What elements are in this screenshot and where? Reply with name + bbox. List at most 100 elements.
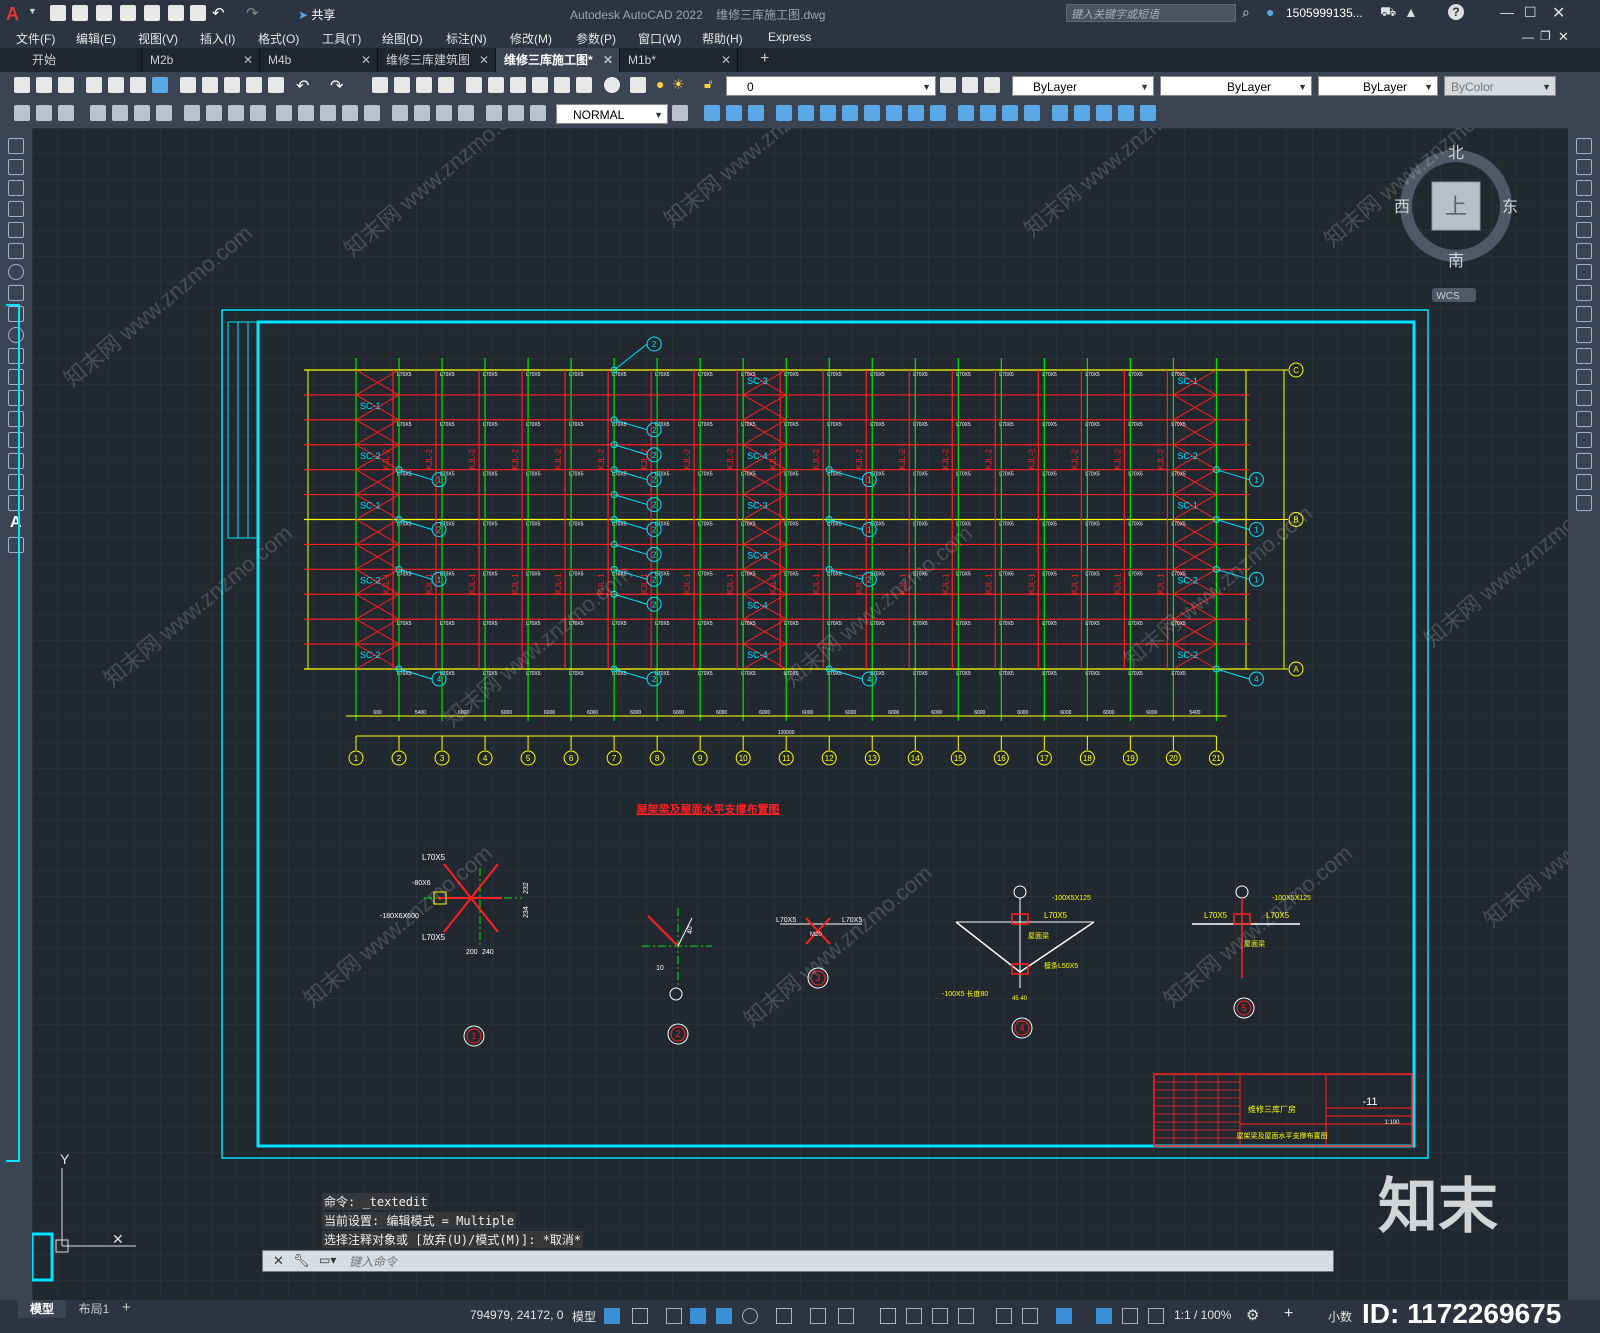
matchprop-icon[interactable] [246, 77, 262, 93]
coordinates-readout[interactable]: 794979, 24172, 0 [470, 1308, 563, 1322]
lineweight-icon[interactable] [880, 1308, 896, 1324]
gizmo-icon[interactable] [1056, 1308, 1072, 1324]
tab-m4b[interactable]: M4b ✕ [260, 48, 378, 72]
layer-manager-icon[interactable] [630, 77, 646, 93]
bring-front-icon[interactable] [1096, 105, 1112, 121]
explode-side-icon[interactable] [1576, 495, 1592, 511]
center-mark-icon[interactable] [342, 105, 358, 121]
snap-toggle-icon[interactable] [632, 1308, 648, 1324]
annotation-scale-icon[interactable] [1148, 1308, 1164, 1324]
erase-icon[interactable] [704, 105, 720, 121]
close-icon[interactable]: ✕ [603, 48, 613, 72]
trim-icon[interactable] [908, 105, 924, 121]
circle-icon[interactable] [8, 264, 24, 280]
break-icon[interactable] [958, 105, 974, 121]
isodraft-icon[interactable] [776, 1308, 792, 1324]
color-dropdown[interactable]: ByLayer ▼ [1012, 76, 1154, 96]
command-recent-icon[interactable]: ▭▾ [319, 1253, 336, 1267]
zoom-window-icon[interactable] [416, 77, 432, 93]
add-layout-icon[interactable]: + [122, 1299, 131, 1316]
jogged-dim-icon[interactable] [134, 105, 150, 121]
new-icon[interactable] [14, 77, 30, 93]
erase-side-icon[interactable] [1576, 138, 1592, 154]
dim-style-manager-icon[interactable] [672, 105, 688, 121]
command-input[interactable] [347, 1252, 1311, 1272]
mirror-icon[interactable] [748, 105, 764, 121]
quick-dim-icon[interactable] [206, 105, 222, 121]
selection-cycling-icon[interactable] [932, 1308, 948, 1324]
polar-icon[interactable] [742, 1308, 758, 1324]
scale-icon[interactable] [864, 105, 880, 121]
polygon-icon[interactable] [8, 201, 24, 217]
cart-icon[interactable]: ⛟ [1380, 4, 1396, 22]
aligned-dim-icon[interactable] [36, 105, 52, 121]
cad-drawing[interactable]: L70X5 L70X5 L70X5 L70X5 L70X5 L70X5 L70X5 L70X5… [32, 128, 1568, 1300]
inspection-icon[interactable] [364, 105, 380, 121]
scale-side-icon[interactable] [1576, 285, 1592, 301]
share-button[interactable]: ➤ 共享 [298, 6, 335, 23]
calc-icon[interactable] [576, 77, 592, 93]
maximize-icon[interactable]: ☐ [1524, 4, 1537, 21]
open-icon[interactable] [36, 77, 52, 93]
redo-icon[interactable]: ↷ [330, 76, 343, 96]
dim-edit-icon[interactable] [414, 105, 430, 121]
grid-toggle-icon[interactable] [604, 1308, 620, 1324]
qopen-icon[interactable] [72, 5, 88, 21]
dim-text-edit-icon[interactable] [436, 105, 452, 121]
design-center-icon[interactable] [488, 77, 504, 93]
text-style-icon[interactable] [530, 105, 546, 121]
menu-tools[interactable]: 工具(T) [322, 30, 361, 47]
osnap-tracking-icon[interactable] [810, 1308, 826, 1324]
dynamic-ucs-icon[interactable] [996, 1308, 1012, 1324]
dim-update-icon[interactable] [458, 105, 474, 121]
save-icon[interactable] [58, 77, 74, 93]
rectangle-icon[interactable] [8, 222, 24, 238]
copy-icon[interactable] [202, 77, 218, 93]
qnew-icon[interactable] [50, 5, 66, 21]
plotstyle-dropdown[interactable]: ByColor ▼ [1444, 76, 1556, 96]
selection-filter-icon[interactable] [1022, 1308, 1038, 1324]
annotation-scale-value[interactable]: 1:1 / 100% [1174, 1308, 1231, 1322]
search-icon[interactable]: ⌕ [1242, 4, 1250, 21]
dim-break-icon[interactable] [298, 105, 314, 121]
sheetset-icon[interactable] [532, 77, 548, 93]
autocad-logo-icon[interactable]: A [6, 4, 26, 24]
send-back-icon[interactable] [1118, 105, 1134, 121]
radius-dim-icon[interactable] [112, 105, 128, 121]
extend-side-icon[interactable] [1576, 348, 1592, 364]
qsaveas-icon[interactable] [120, 5, 136, 21]
drawing-canvas[interactable]: L70X5 L70X5 L70X5 L70X5 L70X5 L70X5 L70X5 L70X5… [32, 128, 1568, 1300]
text-front-icon[interactable] [1140, 105, 1156, 121]
blend-icon[interactable] [1576, 474, 1592, 490]
web-icon[interactable] [152, 77, 168, 93]
rotate-side-icon[interactable] [1576, 264, 1592, 280]
tab-m1b[interactable]: M1b* ✕ [620, 48, 738, 72]
viewcube-south[interactable]: 南 [1448, 252, 1464, 270]
transparency-icon[interactable] [906, 1308, 922, 1324]
join-icon[interactable] [980, 105, 996, 121]
dynamic-input-icon[interactable] [690, 1308, 706, 1324]
new-tab-icon[interactable]: + [760, 50, 769, 68]
3d-osnap-icon[interactable] [958, 1308, 974, 1324]
menu-modify[interactable]: 修改(M) [510, 30, 552, 47]
construction-line-icon[interactable] [8, 159, 24, 175]
qpublish-icon[interactable] [168, 5, 184, 21]
move-icon[interactable] [820, 105, 836, 121]
layer-previous-icon[interactable] [962, 77, 978, 93]
sun-icon[interactable]: ☀ [672, 76, 685, 93]
model-space-button[interactable]: 模型 [572, 1308, 596, 1325]
break-side-icon[interactable] [1576, 390, 1592, 406]
arc-icon[interactable] [8, 243, 24, 259]
explode-icon[interactable] [1052, 105, 1068, 121]
copy-object-icon[interactable] [726, 105, 742, 121]
viewcube-top-label[interactable]: 上 [1445, 194, 1467, 219]
rotate-icon[interactable] [842, 105, 858, 121]
zoom-previous-icon[interactable] [438, 77, 454, 93]
offset-side-icon[interactable] [1576, 201, 1592, 217]
viewcube-west[interactable]: 西 [1394, 199, 1410, 216]
array-icon[interactable] [798, 105, 814, 121]
undo-icon[interactable]: ↶ [296, 76, 309, 96]
close-icon[interactable]: ✕ [243, 48, 253, 72]
offset-icon[interactable] [776, 105, 792, 121]
tolerance-icon[interactable] [320, 105, 336, 121]
